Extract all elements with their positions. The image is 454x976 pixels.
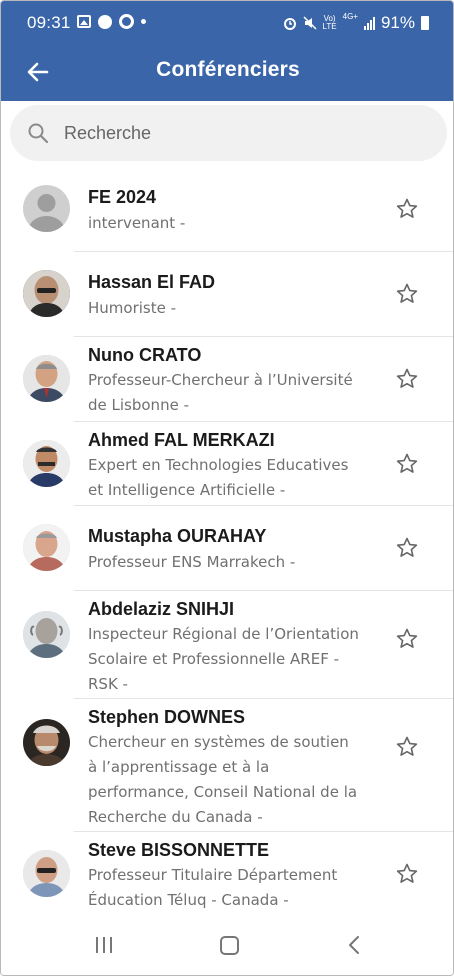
notification-icons bbox=[77, 14, 146, 29]
4g-icon: 4G+ bbox=[342, 12, 358, 21]
star-icon[interactable] bbox=[395, 862, 419, 886]
list-item[interactable]: Mustapha OURAHAY Professeur ENS Marrakec… bbox=[1, 506, 453, 591]
photo-icon bbox=[77, 15, 91, 28]
page-title: Conférenciers bbox=[156, 58, 300, 81]
list-item[interactable]: Abdelaziz SNIHJI Inspecteur Régional de … bbox=[1, 591, 453, 699]
speaker-role: Humoriste - bbox=[88, 299, 177, 317]
list-item[interactable]: Ahmed FAL MERKAZI Expert en Technologies… bbox=[1, 422, 453, 506]
system-icons: Vo) LTE 4G+ 91% bbox=[283, 13, 429, 33]
list-item[interactable]: Stephen DOWNES Chercheur en systèmes de … bbox=[1, 699, 453, 832]
speaker-role: Inspecteur Régional de l’Orientation Sco… bbox=[88, 625, 359, 693]
phone-screen: 09:31 Vo) LTE 4G+ 91% Conférenciers Rech… bbox=[0, 0, 454, 976]
star-icon[interactable] bbox=[395, 536, 419, 560]
avatar bbox=[23, 270, 70, 317]
avatar bbox=[23, 611, 70, 658]
search-bar[interactable] bbox=[10, 105, 447, 161]
avatar bbox=[23, 850, 70, 897]
status-time: 09:31 bbox=[27, 13, 71, 32]
back-icon[interactable] bbox=[347, 935, 361, 955]
list-item[interactable]: FE 2024 intervenant - bbox=[1, 167, 453, 252]
signal-icon bbox=[363, 16, 375, 30]
alarm-icon bbox=[283, 18, 296, 30]
system-nav-bar bbox=[1, 915, 453, 975]
mute-icon bbox=[303, 16, 317, 30]
speaker-name: Abdelaziz SNIHJI bbox=[88, 599, 235, 619]
star-icon[interactable] bbox=[395, 282, 419, 306]
avatar bbox=[23, 524, 70, 571]
soccer-ball-icon bbox=[98, 14, 112, 29]
avatar bbox=[23, 440, 70, 487]
list-item[interactable]: Nuno CRATO Professeur-Chercheur à l’Univ… bbox=[1, 337, 453, 422]
star-icon[interactable] bbox=[395, 627, 419, 651]
recent-apps-icon[interactable] bbox=[95, 937, 113, 953]
speaker-role: Professeur-Chercheur à l’Université de L… bbox=[88, 371, 353, 414]
speaker-name: Steve BISSONNETTE bbox=[88, 840, 270, 860]
star-icon[interactable] bbox=[395, 197, 419, 221]
speaker-name: Ahmed FAL MERKAZI bbox=[88, 430, 275, 450]
search-input[interactable] bbox=[64, 119, 424, 147]
battery-percent: 91% bbox=[380, 13, 415, 32]
avatar bbox=[23, 185, 70, 232]
home-icon[interactable] bbox=[220, 936, 239, 955]
dot-icon bbox=[141, 19, 146, 24]
avatar bbox=[23, 719, 70, 766]
list-item[interactable]: Hassan El FAD Humoriste - bbox=[1, 252, 453, 337]
star-icon[interactable] bbox=[395, 367, 419, 391]
speaker-name: FE 2024 bbox=[88, 187, 157, 207]
star-icon[interactable] bbox=[395, 452, 419, 476]
search-icon bbox=[28, 123, 49, 144]
speaker-name: Nuno CRATO bbox=[88, 345, 202, 365]
speaker-role: Professeur Titulaire Département Éducati… bbox=[88, 866, 338, 909]
battery-icon bbox=[421, 16, 429, 30]
star-icon[interactable] bbox=[395, 735, 419, 759]
speaker-role: Professeur ENS Marrakech - bbox=[88, 553, 296, 571]
list-item[interactable]: Steve BISSONNETTE Professeur Titulaire D… bbox=[1, 832, 453, 916]
speaker-name: Hassan El FAD bbox=[88, 272, 216, 292]
speaker-list: FE 2024 intervenant - Hassan El FAD Humo… bbox=[1, 167, 453, 916]
app-bar: Conférenciers bbox=[1, 45, 453, 101]
speaker-name: Stephen DOWNES bbox=[88, 707, 246, 727]
avatar bbox=[23, 355, 70, 402]
speaker-role: Expert en Technologies Educatives et Int… bbox=[88, 456, 349, 499]
status-bar: 09:31 Vo) LTE 4G+ 91% bbox=[1, 1, 453, 45]
speaker-name: Mustapha OURAHAY bbox=[88, 526, 267, 546]
speaker-role: Chercheur en systèmes de soutien à l’app… bbox=[88, 733, 358, 826]
volte-icon: Vo) LTE bbox=[322, 14, 337, 31]
ring-icon bbox=[119, 14, 134, 29]
speaker-role: intervenant - bbox=[88, 214, 186, 232]
